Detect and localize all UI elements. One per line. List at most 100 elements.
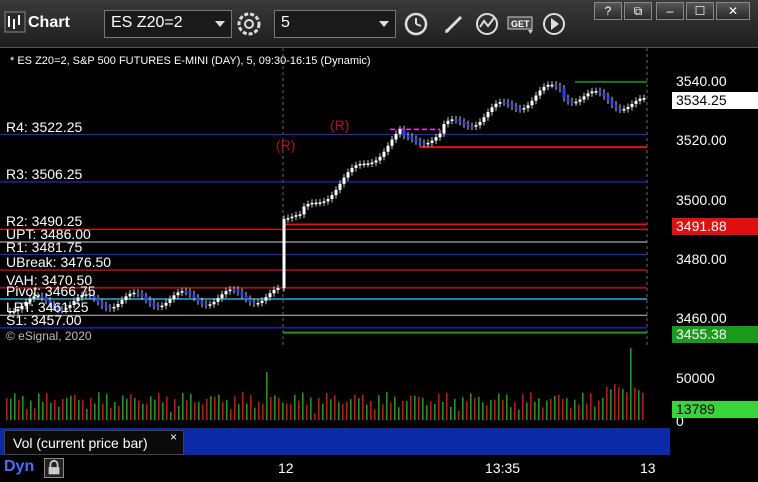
- volume-bar: [18, 400, 20, 420]
- volume-bar: [70, 395, 72, 420]
- time-label-13: 13: [640, 460, 656, 476]
- price-bar: [466, 124, 470, 127]
- price-bar: [248, 299, 252, 303]
- minimize-icon[interactable]: –: [656, 2, 684, 20]
- volume-bar: [318, 398, 320, 420]
- close-study-icon[interactable]: ×: [170, 430, 177, 444]
- restore-window-icon[interactable]: ⧉: [624, 2, 652, 20]
- price-bar: [164, 302, 168, 306]
- price-bar: [220, 294, 224, 299]
- price-bar: [276, 288, 280, 290]
- volume-bar: [290, 403, 292, 420]
- volume-bar: [170, 411, 172, 420]
- price-bar: [260, 300, 264, 303]
- price-bar: [148, 299, 152, 304]
- price-bar: [204, 303, 208, 306]
- pencil-draw-icon[interactable]: [440, 10, 468, 38]
- volume-bar: [66, 397, 68, 420]
- volume-bar: [298, 400, 300, 420]
- volume-bar: [402, 401, 404, 420]
- volume-bar: [382, 404, 384, 420]
- study-icon[interactable]: [473, 10, 501, 38]
- volume-bar: [618, 387, 620, 420]
- volume-bar: [30, 400, 32, 420]
- price-bar: [538, 90, 542, 96]
- price-bar: [414, 138, 418, 142]
- play-icon[interactable]: [540, 10, 568, 38]
- volume-bar: [130, 394, 132, 420]
- pivot-level-label: UBreak: 3476.50: [6, 254, 112, 271]
- close-icon[interactable]: ✕: [716, 2, 750, 20]
- volume-bar: [410, 395, 412, 420]
- price-bar: [622, 109, 626, 111]
- volume-bar: [582, 392, 584, 420]
- price-bar: [228, 289, 232, 292]
- price-bar: [96, 298, 100, 302]
- lock-icon[interactable]: [44, 458, 64, 478]
- volume-bar: [274, 395, 276, 420]
- volume-bar: [106, 394, 108, 420]
- price-tick-label: 3500.00: [676, 191, 727, 208]
- volume-bar: [474, 398, 476, 420]
- price-bar: [594, 91, 598, 93]
- volume-bar: [306, 404, 308, 420]
- volume-bar: [486, 405, 488, 420]
- price-bar: [390, 139, 394, 146]
- volume-bar: [86, 408, 88, 420]
- volume-bar: [34, 408, 36, 420]
- volume-study-tab[interactable]: Vol (current price bar): [4, 430, 184, 455]
- volume-bar: [490, 399, 492, 420]
- volume-bar: [598, 400, 600, 420]
- volume-bar: [386, 392, 388, 420]
- price-bar: [530, 100, 534, 106]
- volume-bar: [594, 406, 596, 420]
- price-bar: [642, 98, 646, 100]
- price-tick-label: 3520.00: [676, 132, 727, 149]
- volume-bar: [278, 397, 280, 420]
- volume-bar: [634, 387, 636, 420]
- price-bar: [422, 143, 426, 145]
- volume-bar: [642, 392, 644, 420]
- price-bar: [394, 133, 398, 140]
- get-data-icon[interactable]: GET: [506, 10, 536, 38]
- volume-bar: [6, 398, 8, 420]
- volume-bar: [526, 402, 528, 420]
- price-bar: [338, 183, 342, 190]
- volume-canvas: [6, 348, 644, 420]
- pivot-level-label: S1: 3457.00: [6, 311, 82, 328]
- price-bar: [458, 119, 462, 122]
- settings-gear-icon[interactable]: [235, 10, 263, 38]
- price-bar: [582, 96, 586, 100]
- volume-bar: [342, 403, 344, 420]
- volume-bar: [78, 399, 80, 420]
- volume-bar: [374, 409, 376, 420]
- price-bar: [578, 99, 582, 102]
- price-bar: [574, 101, 578, 104]
- clock-icon[interactable]: [402, 10, 430, 38]
- volume-bar: [158, 392, 160, 420]
- price-bar: [314, 202, 318, 205]
- volume-bar: [558, 394, 560, 420]
- volume-bar: [442, 401, 444, 420]
- dynamic-mode-label[interactable]: Dyn: [4, 458, 34, 476]
- price-bar: [112, 306, 116, 309]
- volume-bar: [38, 393, 40, 420]
- price-bar: [434, 137, 438, 141]
- volume-bar: [518, 409, 520, 420]
- help-button[interactable]: ?: [594, 2, 622, 20]
- pivot-level-label: R4: 3522.25: [6, 118, 83, 135]
- price-bar: [446, 120, 450, 124]
- volume-bar: [230, 409, 232, 420]
- chevron-down-icon: [379, 21, 389, 27]
- volume-bar: [118, 406, 120, 420]
- interval-input[interactable]: 5: [274, 10, 396, 38]
- price-bar: [406, 135, 410, 138]
- volume-bar: [542, 407, 544, 420]
- volume-bar: [226, 400, 228, 420]
- volume-bar: [202, 404, 204, 420]
- maximize-icon[interactable]: ☐: [686, 2, 714, 20]
- price-bar: [252, 302, 256, 304]
- volume-bar: [74, 395, 76, 420]
- symbol-input[interactable]: ES Z20=2: [104, 10, 232, 38]
- volume-bar: [250, 395, 252, 420]
